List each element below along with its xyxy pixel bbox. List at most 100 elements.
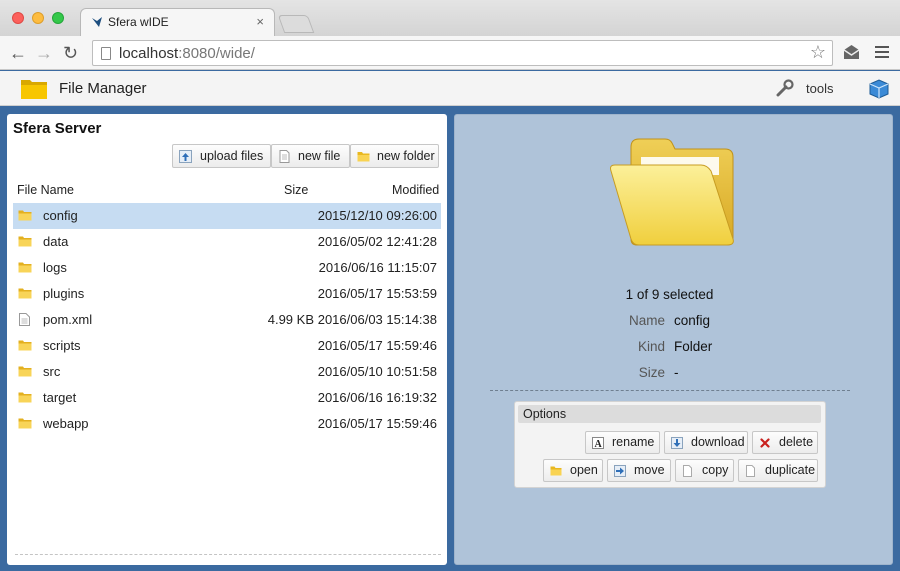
back-arrow-icon[interactable]: ←	[9, 43, 27, 63]
file-row[interactable]: target 2016/06/16 16:19:32	[13, 385, 441, 411]
download-button[interactable]: download	[664, 431, 748, 454]
upload-files-button[interactable]: upload files	[172, 144, 271, 168]
file-modified: 2016/05/17 15:53:59	[317, 286, 437, 301]
page-icon	[101, 47, 111, 60]
forward-arrow-icon[interactable]: →	[35, 43, 53, 63]
file-modified: 2016/05/10 10:51:58	[317, 364, 437, 379]
file-list-panel: Sfera Server upload files new file new f…	[7, 114, 447, 565]
file-name: src	[43, 364, 61, 379]
rename-label: rename	[612, 435, 655, 449]
zoom-window-button[interactable]	[52, 12, 64, 24]
delete-button[interactable]: delete	[752, 431, 818, 454]
tab-title: Sfera wIDE	[108, 15, 169, 29]
file-modified: 2016/06/03 15:14:38	[317, 312, 437, 327]
prop-kind-value: Folder	[674, 339, 713, 354]
address-bar[interactable]: localhost:8080/wide/ ☆	[92, 40, 833, 66]
file-name: webapp	[43, 416, 89, 431]
folder-icon	[18, 262, 32, 273]
browser-tab[interactable]: Sfera wIDE ×	[80, 8, 275, 36]
prop-kind-label: Kind	[637, 339, 665, 354]
url-path: :8080/wide/	[178, 45, 255, 62]
file-icon	[19, 313, 30, 326]
rename-button[interactable]: A rename	[585, 431, 660, 454]
file-name: scripts	[43, 338, 81, 353]
close-window-button[interactable]	[12, 12, 24, 24]
folder-icon	[18, 392, 32, 403]
upload-files-label: upload files	[200, 149, 264, 163]
column-header-modified[interactable]: Modified	[392, 183, 439, 197]
file-row[interactable]: src 2016/05/10 10:51:58	[13, 359, 441, 385]
minimize-window-button[interactable]	[32, 12, 44, 24]
large-folder-icon	[610, 138, 734, 246]
prop-size-value: -	[674, 365, 679, 380]
details-panel: 1 of 9 selected Name config Kind Folder …	[454, 114, 893, 565]
file-name: pom.xml	[43, 312, 93, 327]
open-label: open	[570, 463, 598, 477]
options-title: Options	[518, 405, 821, 423]
prop-name-value: config	[674, 313, 711, 328]
new-folder-button[interactable]: new folder	[350, 144, 439, 168]
file-row[interactable]: webapp 2016/05/17 15:59:46	[13, 411, 441, 437]
new-folder-icon	[357, 152, 370, 162]
column-header-size[interactable]: Size	[284, 183, 308, 197]
move-label: move	[634, 463, 665, 477]
move-button[interactable]: move	[607, 459, 671, 482]
file-row[interactable]: pom.xml 4.99 KB 2016/06/03 15:14:38	[13, 307, 441, 333]
download-label: download	[691, 435, 745, 449]
file-name: plugins	[43, 286, 85, 301]
duplicate-button[interactable]: duplicate	[738, 459, 818, 482]
folder-icon	[18, 210, 32, 221]
file-list: config 2015/12/10 09:26:00 data 2016/05/02 …	[13, 203, 441, 437]
file-name: logs	[43, 260, 67, 275]
wrench-icon[interactable]	[776, 79, 794, 97]
file-row[interactable]: data 2016/05/02 12:41:28	[13, 229, 441, 255]
details-separator	[490, 390, 850, 391]
file-row[interactable]: logs 2016/06/16 11:15:07	[13, 255, 441, 281]
file-modified: 2016/06/16 16:19:32	[317, 390, 437, 405]
url-text[interactable]: localhost:8080/wide/	[119, 45, 255, 62]
move-arrow-icon	[614, 465, 626, 477]
folder-icon	[18, 418, 32, 429]
file-name: data	[43, 234, 69, 249]
options-box: Options A rename download delete open mo…	[514, 401, 826, 488]
file-modified: 2015/12/10 09:26:00	[317, 208, 437, 223]
new-file-button[interactable]: new file	[271, 144, 350, 168]
extension-mail-icon[interactable]	[843, 44, 860, 60]
tab-close-icon[interactable]: ×	[256, 14, 264, 29]
folder-icon	[18, 340, 32, 351]
download-icon	[671, 437, 683, 449]
new-tab-button[interactable]	[277, 15, 315, 33]
file-row[interactable]: scripts 2016/05/17 15:59:46	[13, 333, 441, 359]
sfera-cube-icon[interactable]	[868, 77, 890, 99]
new-file-label: new file	[298, 149, 341, 163]
copy-button[interactable]: copy	[675, 459, 734, 482]
folder-icon	[18, 366, 32, 377]
file-name: config	[43, 208, 78, 223]
file-manager-folder-icon	[21, 80, 47, 99]
panel-divider	[15, 554, 441, 555]
delete-x-icon	[760, 438, 770, 448]
tools-menu-label[interactable]: tools	[806, 81, 833, 96]
rename-icon: A	[592, 437, 604, 449]
server-title: Sfera Server	[13, 120, 102, 137]
copy-icon	[683, 465, 692, 477]
new-file-icon	[279, 150, 290, 163]
folder-icon	[18, 236, 32, 247]
reload-icon[interactable]: ↻	[63, 43, 78, 63]
app-title: File Manager	[59, 80, 147, 97]
delete-label: delete	[779, 435, 814, 449]
browser-menu-icon[interactable]	[875, 46, 889, 61]
column-header-name[interactable]: File Name	[17, 183, 74, 197]
folder-icon	[18, 288, 32, 299]
prop-name-label: Name	[628, 313, 665, 328]
file-row[interactable]: config 2015/12/10 09:26:00	[13, 203, 441, 229]
file-row[interactable]: plugins 2016/05/17 15:53:59	[13, 281, 441, 307]
bookmark-star-icon[interactable]: ☆	[810, 42, 826, 63]
selection-count: 1 of 9 selected	[625, 287, 714, 302]
file-name: target	[43, 390, 77, 405]
sfera-favicon-icon	[92, 17, 102, 27]
open-button[interactable]: open	[543, 459, 603, 482]
prop-size-label: Size	[638, 365, 665, 380]
file-modified: 2016/05/17 15:59:46	[317, 338, 437, 353]
browser-tabstrip: Sfera wIDE ×	[0, 0, 900, 36]
